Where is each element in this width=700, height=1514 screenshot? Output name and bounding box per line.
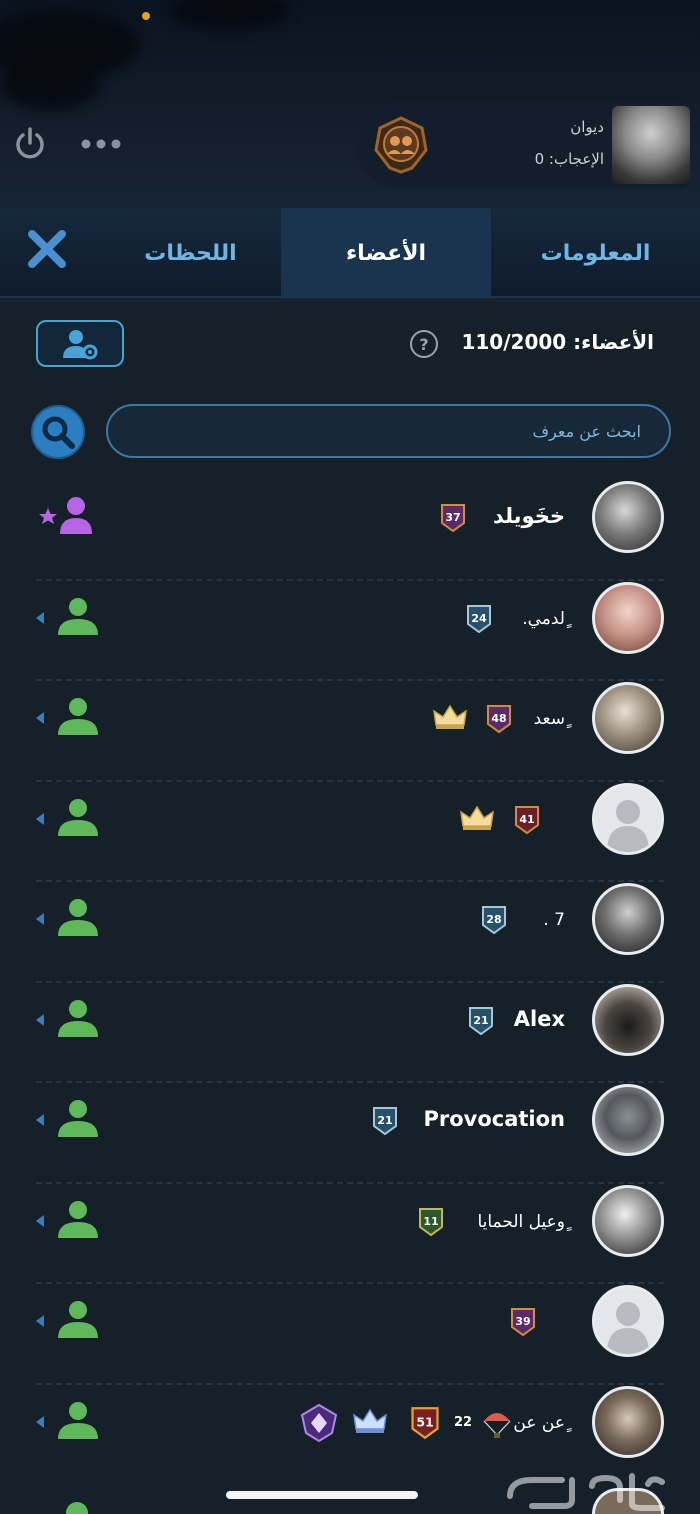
level-badge: 41 [515, 805, 539, 834]
list-item[interactable]: خخَويلد 37 [0, 480, 700, 581]
list-item[interactable]: 7 . 28 [0, 882, 700, 983]
member-name: ٍسعد [533, 709, 565, 729]
avatar[interactable] [592, 481, 664, 553]
avatar[interactable] [592, 682, 664, 754]
svg-text:39: 39 [515, 1315, 530, 1328]
svg-text:21: 21 [377, 1114, 392, 1127]
level-badge: 24 [467, 604, 491, 633]
level-badge: 28 [482, 906, 506, 935]
svg-text:28: 28 [486, 913, 501, 926]
member-icon[interactable] [36, 1399, 102, 1445]
avatar[interactable] [592, 1184, 664, 1257]
member-name: ٍعن عن [513, 1412, 565, 1433]
list-item[interactable]: ٍسعد 48 [0, 681, 700, 782]
member-icon[interactable] [36, 595, 102, 641]
member-name: Alex [513, 1006, 565, 1031]
members-count: الأعضاء: 110/2000 [461, 330, 654, 354]
list-item[interactable]: ٍلدمي. 24 [0, 581, 700, 681]
default-avatar-icon [607, 1302, 649, 1354]
member-name: 7 . [543, 910, 565, 930]
svg-text:51: 51 [416, 1414, 433, 1429]
member-icon[interactable] [36, 695, 102, 741]
member-icon[interactable] [36, 1198, 102, 1244]
avatar[interactable] [592, 983, 664, 1056]
member-name: Provocation [423, 1107, 565, 1131]
svg-text:48: 48 [491, 712, 506, 725]
extra-count: 22 [454, 1414, 473, 1430]
member-name: خخَويلد [492, 504, 565, 528]
member-list: خخَويلد 37 ٍلدمي. 24 ٍسعد 48 41 7 . 28 A… [0, 480, 700, 1485]
default-avatar-icon [607, 799, 649, 852]
home-indicator[interactable] [226, 1491, 418, 1499]
level-badge: 51 [411, 1406, 439, 1439]
avatar[interactable] [592, 1084, 664, 1156]
member-icon[interactable] [36, 796, 102, 842]
group-header: ديوان الإعجاب: 0 [0, 0, 700, 208]
crown-icon [460, 805, 494, 830]
svg-text:11: 11 [423, 1215, 438, 1228]
level-badge: 37 [441, 504, 465, 533]
level-badge: 21 [373, 1107, 397, 1136]
close-icon[interactable] [26, 228, 68, 270]
crown-icon [353, 1408, 387, 1433]
member-name: ٍلدمي. [522, 608, 565, 629]
avatar[interactable] [592, 1385, 664, 1458]
group-card[interactable]: ديوان الإعجاب: 0 [356, 102, 690, 188]
level-badge: 11 [419, 1207, 443, 1236]
parachute-icon [483, 1412, 511, 1438]
help-icon[interactable]: ? [410, 330, 438, 358]
member-name: ٍوعيل الحمايا [477, 1211, 565, 1232]
watermark-logo [507, 1473, 665, 1511]
group-photo [612, 106, 690, 184]
svg-text:37: 37 [445, 511, 460, 524]
list-item[interactable]: Alex 21 [0, 983, 700, 1083]
avatar[interactable] [592, 883, 664, 955]
member-icon[interactable] [36, 1097, 102, 1143]
member-icon-partial [66, 1502, 88, 1514]
power-icon[interactable] [12, 126, 48, 162]
list-item[interactable]: 39 [0, 1284, 700, 1385]
manage-members-button[interactable] [36, 320, 124, 367]
svg-text:41: 41 [519, 813, 534, 826]
tab-bar: المعلومات الأعضاء اللحظات [0, 208, 700, 298]
level-badge: 21 [469, 1006, 493, 1035]
tab-moments[interactable]: اللحظات [100, 208, 281, 298]
admin-member-icon[interactable] [36, 494, 102, 540]
level-badge: 39 [511, 1308, 535, 1337]
search-icon[interactable] [30, 404, 86, 460]
avatar-placeholder[interactable] [592, 1285, 664, 1357]
tab-info[interactable]: المعلومات [491, 208, 700, 298]
svg-text:21: 21 [473, 1014, 488, 1027]
member-icon[interactable] [36, 1298, 102, 1344]
group-likes: الإعجاب: 0 [534, 150, 604, 168]
search-input[interactable] [106, 404, 671, 458]
list-item[interactable]: Provocation 21 [0, 1083, 700, 1184]
avatar-placeholder[interactable] [592, 782, 664, 855]
group-badge-icon [374, 116, 428, 174]
list-item[interactable]: ٍوعيل الحمايا 11 [0, 1184, 700, 1284]
user-settings-icon [63, 329, 98, 359]
svg-text:24: 24 [471, 612, 487, 625]
status-dot [142, 12, 150, 20]
rank-emblem-icon [300, 1403, 338, 1442]
member-icon[interactable] [36, 997, 102, 1043]
tab-members[interactable]: الأعضاء [281, 208, 491, 298]
avatar[interactable] [592, 581, 664, 654]
group-name: ديوان [570, 118, 604, 136]
more-options-icon[interactable] [80, 136, 122, 152]
level-badge: 48 [487, 705, 511, 734]
member-icon[interactable] [36, 896, 102, 942]
list-item[interactable]: 41 [0, 782, 700, 882]
crown-icon [433, 704, 467, 729]
